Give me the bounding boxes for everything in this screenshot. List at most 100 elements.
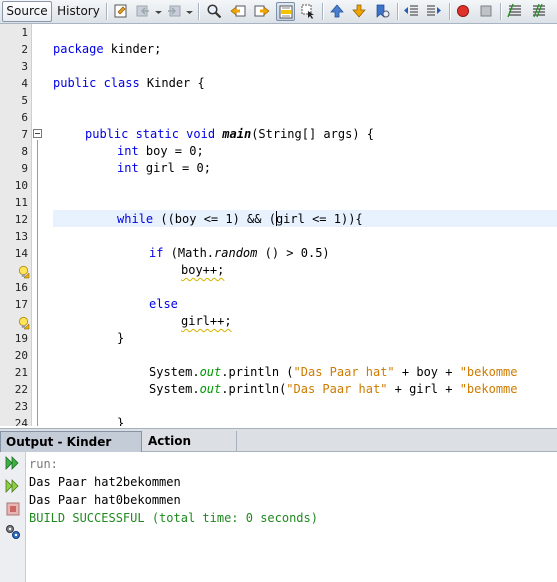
- find-next-button[interactable]: [253, 2, 272, 21]
- source-tab[interactable]: Source: [2, 1, 52, 22]
- code-text: Kinder {: [139, 76, 205, 90]
- string-literal: "bekomme: [459, 365, 518, 379]
- rerun-button[interactable]: [4, 454, 22, 472]
- fold-guide-line: [37, 140, 38, 426]
- line-number: 8: [21, 145, 28, 158]
- find-previous-icon: [230, 5, 246, 17]
- line-number: 2: [21, 43, 28, 56]
- settings-icon: [6, 525, 20, 539]
- keyword: public class: [53, 76, 140, 90]
- code-text: }: [117, 331, 125, 345]
- fold-toggle-main[interactable]: [33, 129, 42, 138]
- start-macro-button[interactable]: [454, 2, 473, 21]
- line-number: 20: [14, 349, 28, 362]
- string-literal: "Das Paar hat": [293, 365, 395, 379]
- toolbar-separator: [106, 3, 107, 20]
- shift-left-button[interactable]: [402, 2, 421, 21]
- toolbar-separator: [322, 3, 323, 20]
- uncomment-icon: [533, 3, 545, 18]
- code-text: + girl +: [387, 382, 460, 396]
- line-number: 14: [14, 247, 28, 260]
- editor-toolbar: Source History: [0, 0, 557, 24]
- code-text: .println (: [221, 365, 294, 379]
- find-selection-button[interactable]: [299, 2, 318, 21]
- forward-button[interactable]: [165, 2, 184, 21]
- keyword: if: [149, 246, 164, 260]
- console-line: Das Paar hat0bekommen: [29, 493, 181, 507]
- line-number: 24: [14, 417, 28, 426]
- text-caret: [276, 211, 277, 226]
- back-icon: [136, 5, 149, 17]
- previous-bookmark-button[interactable]: [328, 2, 347, 21]
- tab-action-items[interactable]: Action Items: [143, 431, 237, 468]
- string-literal: "Das Paar hat": [286, 382, 388, 396]
- code-line-4: public class Kinder {: [53, 75, 205, 92]
- line-number: 1: [21, 26, 28, 39]
- output-tab-bar: Output - Kinder (run) Action Items: [0, 428, 557, 469]
- code-line-14: if (Math.random () > 0.5): [149, 245, 330, 262]
- method-name: main: [222, 127, 252, 141]
- line-number: 5: [21, 94, 28, 107]
- line-number: 11: [14, 196, 28, 209]
- shift-right-button[interactable]: [425, 2, 444, 21]
- code-text: }: [117, 416, 125, 426]
- toggle-bookmark-icon: [376, 4, 390, 18]
- code-line-21: System.out.println ("Das Paar hat" + boy…: [149, 364, 518, 381]
- stop-icon: [6, 502, 20, 516]
- stop-button[interactable]: [4, 500, 22, 518]
- last-edit-button[interactable]: [112, 2, 131, 21]
- method-name: random: [214, 246, 258, 260]
- code-editor[interactable]: 1 2 3 4 5 6 7 8 9 10 11 12 13 14 16 17 19 20 21 22 23 24 pack…: [0, 24, 557, 426]
- settings-button[interactable]: [4, 523, 22, 541]
- comment-button[interactable]: [506, 2, 525, 21]
- stop-macro-button[interactable]: [477, 2, 496, 21]
- keyword: int: [117, 161, 139, 175]
- back-button[interactable]: [134, 2, 153, 21]
- code-line-7: public static void main(String[] args) {: [85, 126, 374, 143]
- toggle-highlight-icon: [279, 5, 293, 19]
- console-line: Das Paar hat2bekommen: [29, 475, 181, 489]
- comment-icon: [507, 3, 521, 18]
- line-number: 7: [21, 128, 28, 141]
- warned-code: girl++;: [181, 314, 232, 328]
- rerun-with-params-button[interactable]: [4, 477, 22, 495]
- chevron-down-icon: [186, 11, 193, 14]
- shift-left-icon: [404, 5, 418, 16]
- output-console[interactable]: run: Das Paar hat2bekommen Das Paar hat0be…: [27, 452, 557, 582]
- code-line-22: System.out.println("Das Paar hat" + girl…: [149, 381, 518, 398]
- previous-bookmark-icon: [330, 4, 344, 18]
- line-number: 4: [21, 77, 28, 90]
- forward-dropdown[interactable]: [186, 6, 193, 16]
- code-line-19: }: [117, 330, 124, 347]
- uncomment-button[interactable]: [530, 2, 549, 21]
- console-line: BUILD SUCCESSFUL (total time: 0 seconds): [29, 511, 318, 525]
- find-button[interactable]: [205, 2, 224, 21]
- code-text: girl = 0;: [138, 161, 211, 175]
- line-number: 6: [21, 111, 28, 124]
- line-number: 10: [14, 179, 28, 192]
- line-number: 17: [14, 298, 28, 311]
- toggle-highlight-button[interactable]: [276, 2, 295, 21]
- line-number: 3: [21, 60, 28, 73]
- line-number: [0, 262, 28, 279]
- fold-column: [32, 24, 46, 426]
- find-icon: [207, 4, 222, 19]
- keyword: package: [53, 42, 104, 56]
- toggle-bookmark-button[interactable]: [373, 2, 392, 21]
- next-bookmark-button[interactable]: [350, 2, 369, 21]
- back-dropdown[interactable]: [155, 6, 162, 16]
- code-text: () > 0.5): [257, 246, 330, 260]
- code-line-24: }: [117, 415, 124, 426]
- tab-output-kinder-run[interactable]: Output - Kinder (run): [0, 431, 142, 469]
- toolbar-separator: [449, 3, 450, 20]
- line-number: [0, 313, 28, 330]
- console-line: run:: [29, 457, 58, 471]
- code-line-15: boy++;: [181, 262, 224, 279]
- history-tab[interactable]: History: [55, 1, 102, 22]
- find-previous-button[interactable]: [229, 2, 248, 21]
- line-number: 21: [14, 366, 28, 379]
- code-text: (Math.: [163, 246, 215, 260]
- keyword: int: [117, 144, 139, 158]
- keyword: public static void: [85, 127, 216, 141]
- forward-icon: [168, 5, 181, 17]
